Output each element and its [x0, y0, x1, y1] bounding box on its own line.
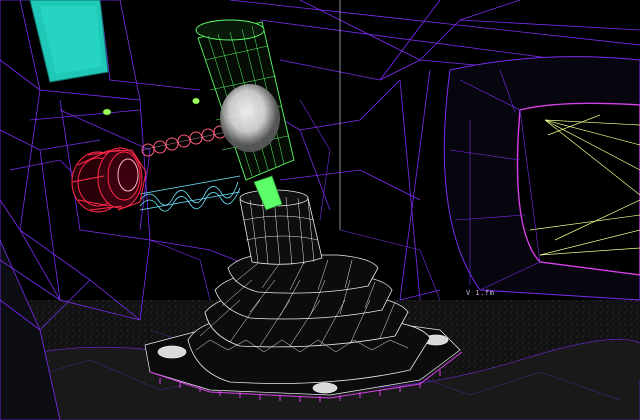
- scene-canvas: [0, 0, 640, 420]
- red-valve-wheel: [71, 147, 147, 213]
- joystick-stalk: [239, 175, 323, 266]
- joystick-boot-bellows: [187, 254, 431, 384]
- pink-bead-chain: [141, 125, 227, 157]
- cyan-coil-spring: [139, 175, 241, 212]
- teal-display-screen: [29, 0, 109, 83]
- joystick-handle-green: [195, 19, 295, 181]
- viewport-readout: V 1.fm: [466, 289, 495, 297]
- porthole-window: [443, 56, 640, 301]
- wireframe-3d-viewport: V 1.fm: [0, 0, 640, 420]
- green-indicator-lights: [102, 97, 200, 116]
